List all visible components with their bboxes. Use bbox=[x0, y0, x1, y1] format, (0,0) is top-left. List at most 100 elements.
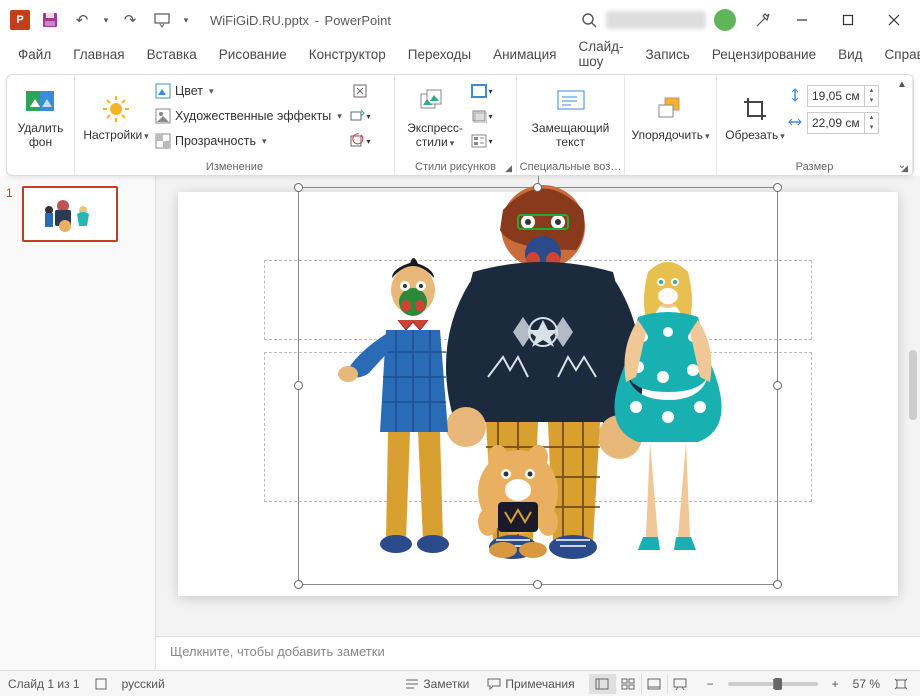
notes-pane[interactable]: Щелкните, чтобы добавить заметки bbox=[156, 636, 920, 670]
remove-background-button[interactable]: Удалить фон bbox=[13, 79, 68, 157]
account-name[interactable] bbox=[606, 11, 706, 29]
handle-s[interactable] bbox=[533, 580, 542, 589]
zoom-in-button[interactable]: + bbox=[828, 675, 843, 693]
tools-icon[interactable] bbox=[748, 6, 778, 34]
artistic-icon bbox=[155, 108, 171, 124]
filename: WiFiGiD.RU.pptx bbox=[210, 13, 309, 28]
slide[interactable] bbox=[178, 192, 898, 596]
notes-toggle[interactable]: Заметки bbox=[401, 675, 473, 693]
alt-text-button[interactable]: Замещающий текст bbox=[523, 79, 618, 157]
ribbon-collapse-button[interactable]: ⌄ bbox=[898, 160, 906, 171]
change-picture-button[interactable]: ▾ bbox=[347, 104, 373, 128]
tab-slideshow[interactable]: Слайд-шоу bbox=[568, 34, 633, 75]
tab-animations[interactable]: Анимация bbox=[483, 42, 566, 68]
height-down[interactable]: ▾ bbox=[865, 96, 878, 106]
slide-thumbnail-1[interactable] bbox=[22, 186, 118, 242]
picture-border-button[interactable]: ▾ bbox=[469, 79, 495, 103]
alt-text-icon bbox=[555, 86, 587, 118]
slideshow-button[interactable] bbox=[148, 6, 176, 34]
crop-button[interactable]: Обрезать bbox=[723, 79, 787, 157]
tab-draw[interactable]: Рисование bbox=[209, 42, 297, 68]
color-icon bbox=[155, 83, 171, 99]
zoom-value[interactable]: 57 % bbox=[853, 677, 880, 691]
slide-thumbnails-panel: 1 bbox=[0, 176, 156, 670]
undo-button[interactable]: ↶ bbox=[68, 6, 96, 34]
picture-effects-button[interactable]: ▾ bbox=[469, 104, 495, 128]
scrollbar-thumb[interactable] bbox=[909, 350, 917, 420]
window-title: WiFiGiD.RU.pptx - PowerPoint bbox=[210, 13, 391, 28]
search-icon[interactable] bbox=[574, 6, 604, 34]
handle-se[interactable] bbox=[773, 580, 782, 589]
qat-customize[interactable]: ▾ bbox=[180, 6, 192, 34]
group-access-label: Специальные воз… bbox=[517, 161, 624, 176]
ribbon: Удалить фон Настройки Цвет▾ Художественн… bbox=[6, 74, 914, 176]
save-button[interactable] bbox=[36, 6, 64, 34]
account-avatar[interactable] bbox=[714, 9, 736, 31]
tab-home[interactable]: Главная bbox=[63, 42, 134, 68]
slideshow-view-button[interactable] bbox=[667, 674, 693, 694]
minimize-button[interactable] bbox=[780, 5, 824, 35]
reset-picture-button[interactable]: ▾ bbox=[347, 129, 373, 153]
arrange-icon bbox=[655, 93, 687, 125]
slide-editor: Щелкните, чтобы добавить заметки bbox=[156, 176, 920, 670]
normal-view-button[interactable] bbox=[589, 674, 615, 694]
handle-n[interactable] bbox=[533, 183, 542, 192]
ribbon-scroll-up[interactable]: ▲ bbox=[897, 79, 907, 90]
arrange-button[interactable]: Упорядочить bbox=[630, 79, 712, 157]
accessibility-status[interactable] bbox=[90, 675, 112, 693]
handle-ne[interactable] bbox=[773, 183, 782, 192]
artistic-effects-button[interactable]: Художественные эффекты▾ bbox=[151, 104, 347, 128]
tab-record[interactable]: Запись bbox=[636, 42, 700, 68]
handle-e[interactable] bbox=[773, 381, 782, 390]
color-button[interactable]: Цвет▾ bbox=[151, 79, 347, 103]
tab-help[interactable]: Справка bbox=[875, 42, 920, 68]
handle-nw[interactable] bbox=[294, 183, 303, 192]
handle-sw[interactable] bbox=[294, 580, 303, 589]
zoom-knob[interactable] bbox=[774, 678, 782, 690]
maximize-button[interactable] bbox=[826, 5, 870, 35]
ribbon-tabs: Файл Главная Вставка Рисование Конструкт… bbox=[0, 40, 920, 70]
height-input[interactable]: 19,05 см▴▾ bbox=[807, 85, 879, 107]
canvas[interactable] bbox=[156, 176, 920, 636]
remove-bg-icon bbox=[25, 86, 57, 118]
zoom-out-button[interactable]: − bbox=[703, 675, 718, 693]
sorter-view-button[interactable] bbox=[615, 674, 641, 694]
width-input[interactable]: 22,09 см▴▾ bbox=[807, 112, 879, 134]
zoom-slider[interactable] bbox=[728, 682, 818, 686]
compress-pictures-button[interactable] bbox=[347, 79, 373, 103]
language-status[interactable]: русский bbox=[122, 677, 165, 691]
title-bar: P ↶ ▾ ↷ ▾ WiFiGiD.RU.pptx - PowerPoint bbox=[0, 0, 920, 40]
undo-dropdown[interactable]: ▾ bbox=[100, 6, 112, 34]
picture-layout-button[interactable]: ▾ bbox=[469, 129, 495, 153]
vertical-scrollbar[interactable] bbox=[908, 186, 918, 596]
width-up[interactable]: ▴ bbox=[865, 113, 878, 123]
comments-toggle[interactable]: Примечания bbox=[483, 675, 578, 693]
thumb-number: 1 bbox=[6, 186, 16, 242]
group-size-label: Размер◢ bbox=[717, 161, 912, 176]
transparency-icon bbox=[155, 133, 171, 149]
group-adjust-label: Изменение bbox=[75, 161, 394, 176]
close-button[interactable] bbox=[872, 5, 916, 35]
height-icon bbox=[787, 87, 803, 106]
styles-launcher-icon[interactable]: ◢ bbox=[505, 163, 512, 174]
width-down[interactable]: ▾ bbox=[865, 123, 878, 133]
selection-box[interactable] bbox=[298, 187, 778, 585]
tab-view[interactable]: Вид bbox=[828, 42, 872, 68]
tab-design[interactable]: Конструктор bbox=[299, 42, 396, 68]
handle-w[interactable] bbox=[294, 381, 303, 390]
tab-file[interactable]: Файл bbox=[8, 42, 61, 68]
tab-insert[interactable]: Вставка bbox=[137, 42, 207, 68]
tab-review[interactable]: Рецензирование bbox=[702, 42, 826, 68]
height-up[interactable]: ▴ bbox=[865, 86, 878, 96]
transparency-button[interactable]: Прозрачность▾ bbox=[151, 129, 347, 153]
quick-styles-button[interactable]: Экспресс-стили bbox=[401, 79, 469, 157]
tab-transitions[interactable]: Переходы bbox=[398, 42, 481, 68]
slide-counter: Слайд 1 из 1 bbox=[8, 677, 80, 691]
reading-view-button[interactable] bbox=[641, 674, 667, 694]
group-styles-label: Стили рисунков◢ bbox=[395, 161, 516, 176]
fit-to-window-button[interactable] bbox=[890, 676, 912, 692]
corrections-button[interactable]: Настройки bbox=[81, 79, 151, 157]
status-bar: Слайд 1 из 1 русский Заметки Примечания … bbox=[0, 670, 920, 696]
redo-button[interactable]: ↷ bbox=[116, 6, 144, 34]
quick-access-toolbar: ↶ ▾ ↷ ▾ bbox=[36, 6, 192, 34]
